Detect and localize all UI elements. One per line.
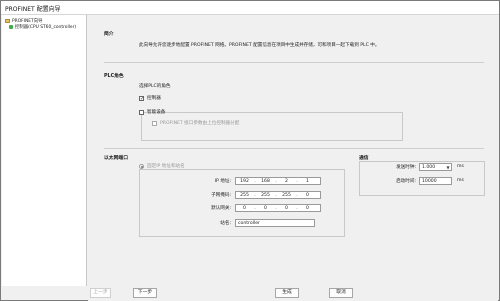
station-name-input[interactable]: controller [235,219,315,227]
subnet-label: 子网掩码: [211,193,231,198]
next-button[interactable]: 下一步 [133,288,157,298]
window-title: PROFINET 配置向导 [5,6,61,13]
startup-time-label: 启动时间: [396,179,416,184]
status-ok-icon [9,25,13,29]
gateway-label: 默认网关: [211,206,231,211]
subnet-octet: 255 [282,192,291,198]
ip-octet: 168 [261,178,270,184]
tree-item-controller[interactable]: 控制器(CPU ST60_controller) [9,24,76,30]
subnet-octet: 255 [261,192,270,198]
station-name-label: 站名: [220,221,231,226]
ip-octet: 1 [306,178,309,184]
chevron-down-icon: ▼ [446,165,450,170]
radio-selected-icon [139,163,144,169]
send-clock-label: 发送时钟: [396,165,416,170]
gateway-octet: 0 [306,205,309,211]
divider [104,62,484,63]
send-clock-select[interactable]: 1.000 ▼ [419,163,452,171]
tree-child-label: 控制器(CPU ST60_controller) [15,25,77,30]
plc-role-subtitle: 选择PLC的角色 [139,84,171,89]
checkbox-disabled-icon [152,120,157,126]
plc-role-title: PLC角色 [104,74,124,79]
startup-time-input[interactable]: 10000 [419,177,452,185]
button-bar: 上一步 下一步 生成 取消 [88,285,498,301]
gateway-octet: 0 [285,205,288,211]
startup-time-unit: ms [457,178,464,183]
profinet-wizard-window: PROFINET 配置向导 PROFINET向导 控制器(CPU ST60_co… [0,0,500,301]
idevice-group [141,112,403,141]
checkbox-unchecked-icon [139,109,144,115]
controller-label: 控制器 [147,96,161,101]
idevice-checkbox[interactable]: 智能设备 [139,109,165,115]
ip-label: IP 地址: [214,179,231,184]
port-assign-label: PROFINET 接口参数由上位控制器分配 [160,121,240,126]
intro-title: 简介 [104,32,114,37]
subnet-octet: 0 [306,192,309,198]
ip-address-field[interactable]: 192. 168. 2. 1 [235,177,321,185]
intro-text: 此向导允许您逐步地配置 PROFINET 网络。PROFINET 配置信息在项目… [139,43,380,48]
communication-title: 通信 [359,156,369,161]
ip-octet: 2 [285,178,288,184]
gateway-octet: 0 [243,205,246,211]
gateway-octet: 0 [264,205,267,211]
title-bar: PROFINET 配置向导 [1,1,499,15]
subnet-octet: 255 [240,192,249,198]
ethernet-title: 以太网端口 [104,156,128,161]
idevice-label: 智能设备 [147,110,166,115]
send-clock-unit: ms [457,164,464,169]
cancel-button[interactable]: 取消 [329,288,353,298]
wizard-content: 简介 此向导允许您逐步地配置 PROFINET 网络。PROFINET 配置信息… [88,15,498,286]
gateway-field[interactable]: 0. 0. 0. 0 [235,204,321,212]
controller-checkbox[interactable]: ✓ 控制器 [139,95,161,101]
folder-icon [5,19,10,23]
checkbox-checked-icon: ✓ [139,95,145,102]
port-assign-checkbox[interactable]: PROFINET 接口参数由上位控制器分配 [152,120,239,126]
prev-button[interactable]: 上一步 [90,288,111,298]
subnet-mask-field[interactable]: 255. 255. 255. 0 [235,191,321,199]
ip-octet: 192 [240,178,249,184]
send-clock-value: 1.000 [422,165,436,170]
wizard-tree-panel: PROFINET向导 控制器(CPU ST60_controller) [2,15,87,286]
generate-button[interactable]: 生成 [275,288,299,298]
divider [104,148,484,149]
